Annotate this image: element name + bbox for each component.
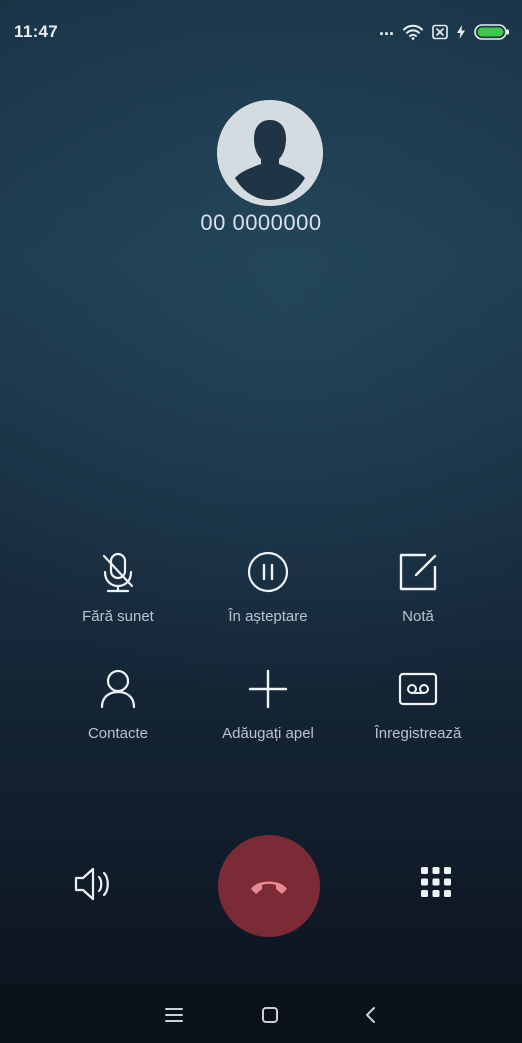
navigation-bar bbox=[0, 985, 522, 1043]
caller-avatar bbox=[217, 100, 323, 206]
home-icon bbox=[262, 1007, 278, 1023]
add-call-button[interactable]: Adăugați apel bbox=[183, 665, 353, 742]
menu-icon bbox=[165, 1008, 183, 1022]
mute-button[interactable]: Fără sunet bbox=[33, 548, 203, 625]
status-icons: ... bbox=[379, 20, 510, 44]
keypad-button[interactable] bbox=[416, 862, 456, 902]
status-bar: 11:47 ... bbox=[0, 0, 522, 64]
plus-icon bbox=[248, 669, 288, 709]
note-button[interactable]: Notă bbox=[333, 548, 503, 625]
note-edit-icon bbox=[399, 553, 437, 591]
status-time: 11:47 bbox=[14, 22, 59, 41]
person-silhouette-icon bbox=[217, 100, 323, 206]
back-button[interactable] bbox=[357, 1003, 385, 1027]
pause-icon bbox=[247, 551, 289, 593]
record-button[interactable]: Înregistrează bbox=[333, 665, 503, 742]
home-button[interactable] bbox=[256, 1003, 284, 1027]
voicemail-record-icon bbox=[398, 672, 438, 706]
signal-dots-icon: ... bbox=[378, 19, 394, 39]
back-icon bbox=[366, 1007, 375, 1023]
charging-icon bbox=[457, 25, 465, 39]
record-label: Înregistrează bbox=[374, 725, 462, 742]
person-icon bbox=[100, 669, 136, 709]
phone-hangup-icon bbox=[251, 881, 287, 894]
end-call-button[interactable] bbox=[218, 835, 320, 937]
note-label: Notă bbox=[402, 608, 434, 625]
dialpad-icon bbox=[421, 867, 451, 897]
speaker-button[interactable] bbox=[70, 862, 122, 906]
speaker-icon bbox=[74, 867, 109, 901]
contacts-label: Contacte bbox=[87, 725, 149, 742]
menu-button[interactable] bbox=[160, 1003, 188, 1027]
caller-number: 00 0000000 bbox=[200, 210, 322, 235]
wifi-icon bbox=[403, 24, 423, 40]
hold-button[interactable]: În așteptare bbox=[183, 548, 353, 625]
mic-off-icon bbox=[102, 552, 134, 593]
contacts-button[interactable]: Contacte bbox=[33, 665, 203, 742]
hold-label: În așteptare bbox=[228, 608, 308, 625]
sim-card-icon bbox=[432, 24, 448, 40]
add-call-label: Adăugați apel bbox=[222, 725, 314, 742]
battery-icon bbox=[474, 24, 509, 40]
in-call-screen: 11:47 ... 00 0000000 Fără sunet În aștep… bbox=[0, 0, 522, 1043]
mute-label: Fără sunet bbox=[82, 608, 154, 625]
